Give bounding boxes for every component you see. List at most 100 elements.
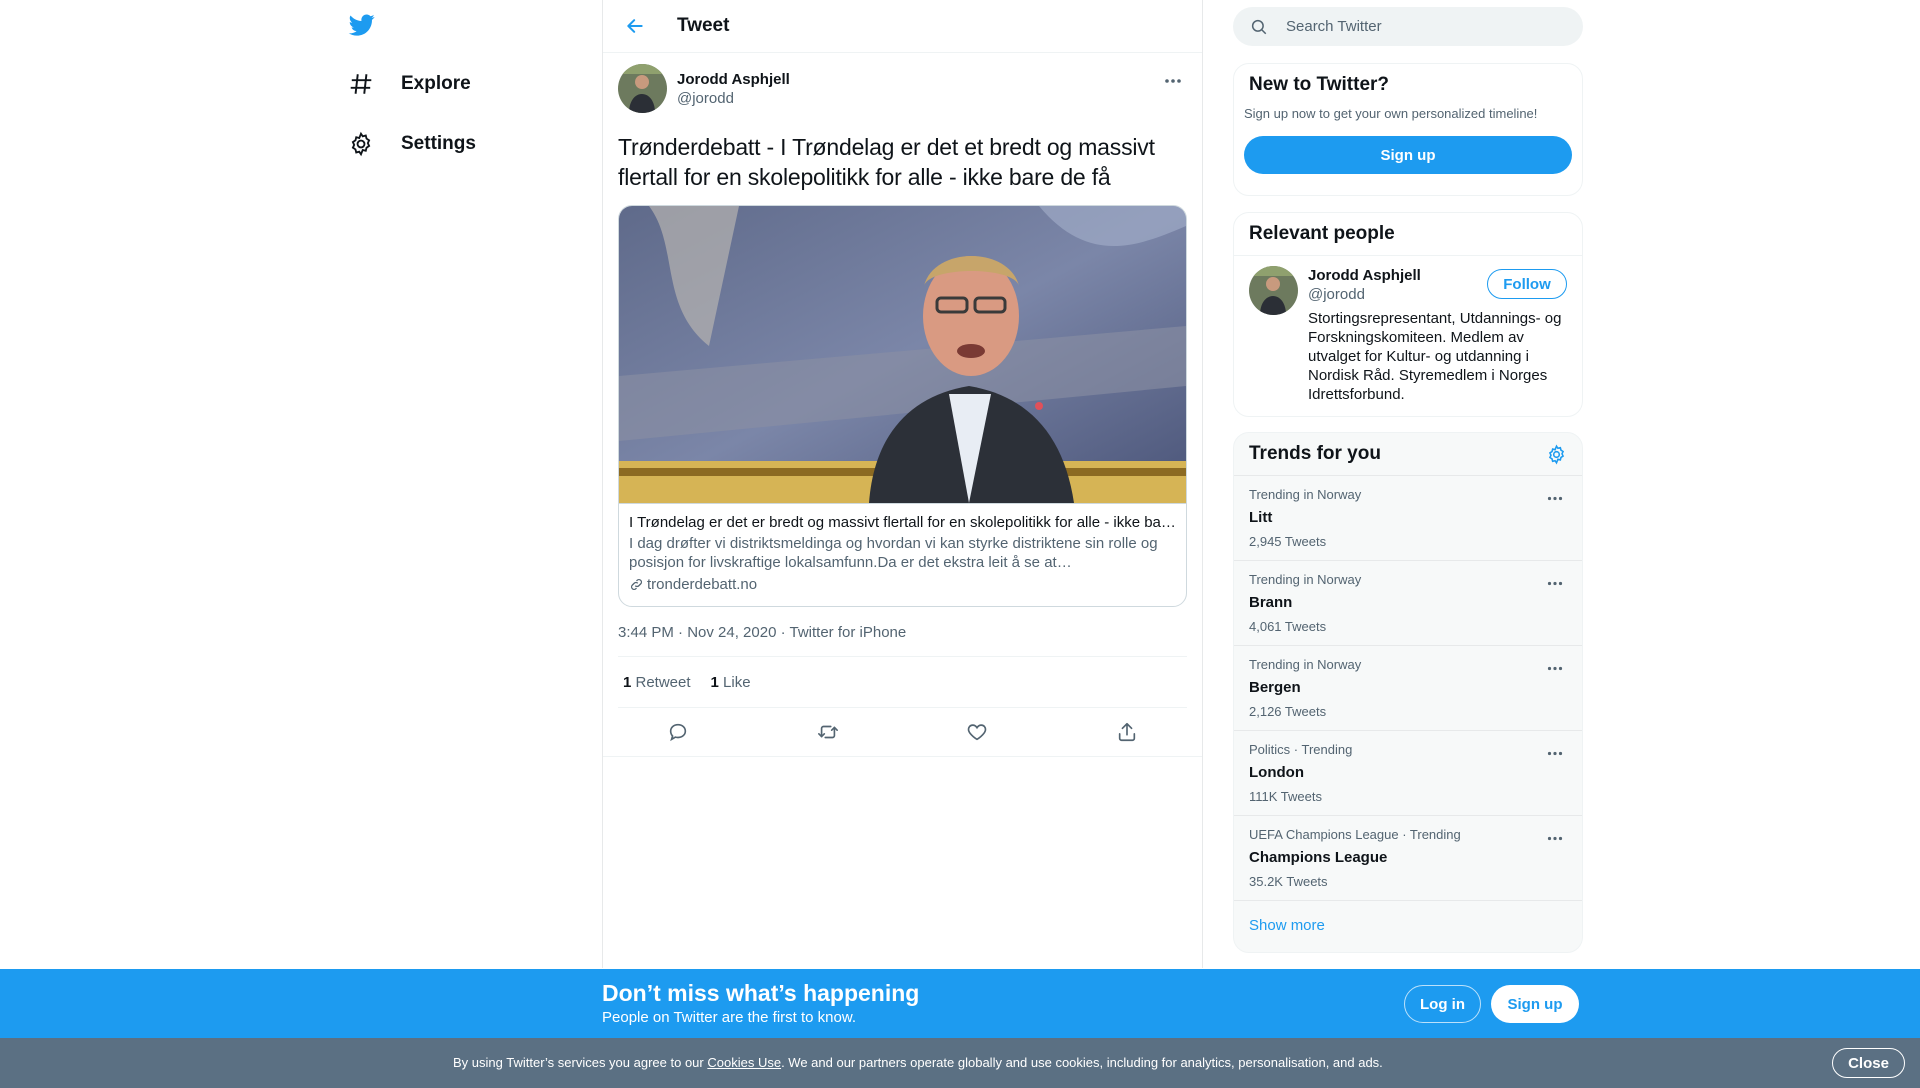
close-button[interactable]: Close [1832,1048,1905,1078]
tweet-actions [603,708,1202,757]
card-domain-text: tronderdebatt.no [647,576,758,593]
person-bio: Stortingsrepresentant, Utdannings- og Fo… [1308,310,1562,403]
likes-label: Like [718,673,751,691]
reply-button[interactable] [659,713,697,751]
share-icon [1118,722,1136,742]
link-card[interactable]: I Trøndelag er det er bredt og massivt f… [618,205,1187,607]
tweet-timestamp[interactable]: 3:44 PM · Nov 24, 2020 [618,624,776,641]
more-dots-icon [1547,496,1563,500]
nav-settings[interactable]: Settings [333,118,476,170]
relevant-person[interactable]: Jorodd Asphjell @jorodd Stortingsreprese… [1234,255,1582,416]
main-column: Tweet Jorodd Asphjell @jorodd Trønderdeb… [602,0,1203,968]
like-button[interactable] [958,713,996,751]
card-image [619,206,1186,503]
more-dots-icon [1547,666,1563,670]
search-icon [1251,19,1267,34]
trend-more-button[interactable] [1543,573,1567,593]
card-description: I dag drøfter vi distriktsmeldinga og hv… [629,535,1158,571]
avatar[interactable] [618,64,667,113]
twitter-bird-icon[interactable] [347,12,379,42]
trend-context: Trending in Norway [1249,657,1362,672]
tweet-text: Trønderdebatt - I Trøndelag er det et br… [618,134,1155,190]
author-name[interactable]: Jorodd Asphjell [677,71,790,89]
banner-subtitle: People on Twitter are the first to know. [602,1009,857,1026]
more-dots-icon [1547,751,1563,755]
trend-count: 4,061 Tweets [1249,619,1327,634]
signup-box: New to Twitter? Sign up now to get your … [1233,63,1583,196]
nav-explore[interactable]: Explore [333,58,471,110]
tweet-source[interactable]: Twitter for iPhone [790,624,907,641]
author-info: Jorodd Asphjell @jorodd [677,71,790,109]
signup-box-title: New to Twitter? [1249,74,1390,95]
tweet-more-button[interactable] [1159,67,1187,95]
avatar[interactable] [1249,266,1298,315]
signup-button[interactable]: Sign up [1491,985,1579,1023]
show-more-link[interactable]: Show more [1234,900,1582,950]
trend-item[interactable]: Politics · Trending London 111K Tweets [1234,730,1582,815]
trend-more-button[interactable] [1543,743,1567,763]
more-dots-icon [1547,581,1563,585]
trends-header: Trends for you [1234,433,1582,475]
trend-item[interactable]: Trending in Norway Litt 2,945 Tweets [1234,475,1582,560]
trend-context: UEFA Champions League · Trending [1249,827,1461,842]
nav-explore-label: Explore [401,73,471,94]
trend-count: 2,945 Tweets [1249,534,1327,549]
trend-name: London [1249,764,1304,781]
trend-name: Litt [1249,509,1273,526]
back-button[interactable] [615,6,655,46]
signup-box-description: Sign up now to get your own personalized… [1244,106,1538,121]
relevant-people-title: Relevant people [1249,223,1395,244]
tweet-meta: 3:44 PM · Nov 24, 2020 · Twitter for iPh… [618,623,1187,657]
more-dots-icon [1547,836,1563,840]
trend-more-button[interactable] [1543,488,1567,508]
trend-item[interactable]: Trending in Norway Brann 4,061 Tweets [1234,560,1582,645]
hashtag-icon [333,64,389,104]
arrow-left-icon [627,19,643,33]
search-input[interactable] [1286,18,1556,35]
follow-button[interactable]: Follow [1487,269,1567,299]
page-title: Tweet [677,15,730,36]
retweets-label: Retweet [631,673,691,691]
link-icon [631,579,642,590]
login-button[interactable]: Log in [1404,985,1481,1023]
trend-more-button[interactable] [1543,828,1567,848]
search-bar[interactable] [1233,7,1583,46]
cookie-prefix: By using Twitter’s services you agree to… [453,1055,708,1070]
trend-count: 111K Tweets [1249,789,1322,804]
card-title: I Trøndelag er det er bredt og massivt f… [629,514,1176,531]
trend-name: Champions League [1249,849,1388,866]
card-domain: tronderdebatt.no [629,575,1176,594]
nav-settings-label: Settings [401,133,476,154]
card-body: I Trøndelag er det er bredt og massivt f… [619,503,1186,606]
meta-separator: · [776,624,790,641]
cookie-suffix: . We and our partners operate globally a… [781,1055,1383,1070]
cookie-bar: By using Twitter’s services you agree to… [0,1038,1920,1088]
reply-icon [669,723,687,742]
trend-name: Brann [1249,594,1293,611]
page-header: Tweet [603,0,1202,53]
tweet-stats: 1 Retweet 1 Like [618,657,1187,708]
trend-item[interactable]: Trending in Norway Bergen 2,126 Tweets [1234,645,1582,730]
trends-title: Trends for you [1249,443,1381,464]
tweet-author: Jorodd Asphjell @jorodd [618,64,1187,116]
share-button[interactable] [1108,713,1146,751]
heart-icon [968,724,987,741]
trend-item[interactable]: UEFA Champions League · Trending Champio… [1234,815,1582,900]
author-handle[interactable]: @jorodd [677,89,790,109]
tweet: Jorodd Asphjell @jorodd Trønderdebatt - … [603,53,1202,757]
gear-icon[interactable] [1546,444,1567,465]
likes-count: 1 [710,673,719,691]
trend-name: Bergen [1249,679,1301,696]
retweet-button[interactable] [809,713,847,751]
login-banner: Don’t miss what’s happening People on Tw… [0,969,1920,1038]
trend-count: 35.2K Tweets [1249,874,1328,889]
retweets-stat[interactable]: 1 Retweet [623,674,691,691]
trend-context: Trending in Norway [1249,487,1362,502]
likes-stat[interactable]: 1 Like [711,674,751,691]
more-dots-icon [1165,79,1181,83]
trend-count: 2,126 Tweets [1249,704,1327,719]
sidebar-signup-button[interactable]: Sign up [1244,136,1572,174]
trend-more-button[interactable] [1543,658,1567,678]
banner-title: Don’t miss what’s happening [602,980,920,1006]
cookies-use-link[interactable]: Cookies Use [707,1055,781,1070]
